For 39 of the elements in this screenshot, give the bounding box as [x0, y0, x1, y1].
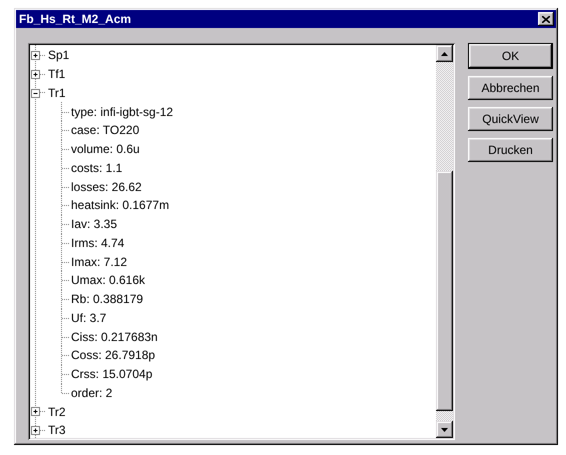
expand-icon[interactable] — [31, 51, 40, 60]
property-item[interactable]: volume: 0.6u — [71, 142, 140, 156]
property-item[interactable]: Umax: 0.616k — [71, 273, 146, 288]
window-title: Fb_Hs_Rt_M2_Acm — [19, 12, 132, 26]
property-item[interactable]: costs: 1.1 — [71, 160, 122, 175]
property-item[interactable]: Uf: 3.7 — [71, 310, 106, 325]
property-item[interactable]: Iav: 3.35 — [71, 217, 118, 232]
expand-icon[interactable] — [31, 70, 40, 79]
close-button[interactable] — [538, 12, 554, 26]
property-item[interactable]: Rb: 0.388179 — [71, 292, 144, 306]
tree-item[interactable]: Tr1 — [48, 86, 66, 100]
property-item[interactable]: heatsink: 0.1677m — [71, 198, 170, 212]
property-item[interactable]: Coss: 26.7918p — [71, 348, 156, 362]
expand-icon[interactable] — [31, 407, 40, 416]
tree-item[interactable]: Tf1 — [48, 67, 66, 82]
dialog-button[interactable]: Drucken — [468, 138, 553, 162]
collapse-icon[interactable] — [31, 88, 40, 98]
property-item[interactable]: Crss: 15.0704p — [71, 367, 152, 382]
close-icon — [542, 16, 550, 22]
property-item[interactable]: Irms: 4.74 — [71, 236, 124, 250]
property-item[interactable]: order: 2 — [71, 386, 112, 400]
property-item[interactable]: type: infi-igbt-sg-12 — [71, 104, 174, 119]
scroll-up-button[interactable] — [436, 45, 453, 62]
expand-icon[interactable] — [31, 426, 40, 435]
scroll-down-button[interactable] — [436, 421, 453, 438]
scrollbar[interactable] — [436, 45, 453, 438]
property-item[interactable]: case: TO220 — [71, 123, 140, 138]
down-arrow-icon — [441, 428, 448, 432]
scroll-thumb[interactable] — [436, 171, 453, 411]
tree-item[interactable]: Sp1 — [48, 48, 70, 62]
default-button[interactable]: OK — [468, 43, 553, 69]
property-item[interactable]: Ciss: 0.217683n — [71, 330, 158, 344]
dialog-button[interactable]: QuickView — [468, 107, 553, 131]
property-item[interactable]: losses: 26.62 — [71, 180, 142, 194]
tree-item[interactable]: Tr2 — [48, 404, 66, 419]
property-item[interactable]: Imax: 7.12 — [71, 254, 128, 269]
tree-item[interactable]: Tr3 — [48, 423, 66, 438]
dialog-button[interactable]: Abbrechen — [468, 76, 553, 100]
up-arrow-icon — [441, 52, 448, 56]
